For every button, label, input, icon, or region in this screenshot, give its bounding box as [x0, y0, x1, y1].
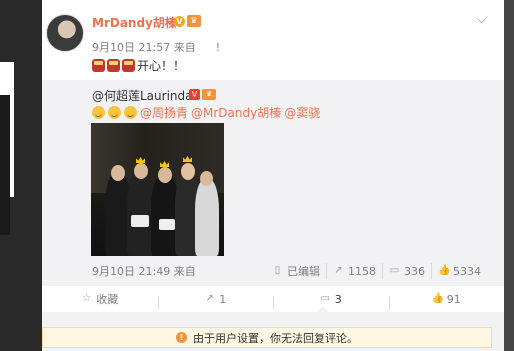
chevron-down-icon[interactable]: ⌵: [477, 12, 486, 27]
smile-emoji-icon: [92, 106, 105, 119]
post-text-content: 开心！！: [137, 59, 186, 73]
page-background-left: [0, 0, 42, 351]
weibo-card: MrDandy胡榛 V ♛ ⌵ 9月10日 21:57 来自! 开心！！ @何超…: [42, 0, 504, 351]
edited-label: 已编辑: [287, 265, 320, 278]
comment-icon: ▭: [389, 265, 400, 276]
comment-count: 3: [334, 292, 342, 306]
level-badge-icon: ♛: [187, 15, 201, 27]
verified-badge-icon: V: [189, 89, 200, 100]
repost-actions: ▯ 已编辑 ↗ 1158 ▭ 336 👍 5334: [266, 263, 487, 279]
comment-area: ! 由于用户设置，你无法回复评论。: [42, 312, 504, 351]
post-meta: 9月10日 21:57 来自!: [92, 39, 220, 55]
side-photo: [0, 95, 10, 235]
like-icon: 👍: [431, 293, 445, 304]
star-icon: ☆: [82, 293, 92, 304]
repost-inner-repost-count: 1158: [348, 264, 376, 278]
repost-text: @周扬青 @MrDandy胡榛 @窦骁: [92, 104, 320, 121]
repost-inner-like-count: 5334: [453, 264, 481, 278]
repost-inner-comment-button[interactable]: ▭ 336: [382, 263, 431, 279]
mention-link[interactable]: @MrDandy胡榛: [191, 104, 281, 121]
repost-author-link[interactable]: @何超莲Laurinda: [92, 87, 193, 104]
smile-emoji-icon: [124, 106, 137, 119]
source-suffix: !: [215, 41, 221, 54]
page-background-right: [504, 0, 514, 351]
repost-inner-repost-button[interactable]: ↗ 1158: [326, 263, 382, 279]
warning-icon: !: [176, 332, 187, 343]
smile-emoji-icon: [108, 106, 121, 119]
mention-link[interactable]: @周扬青: [140, 104, 188, 121]
comment-icon: ▭: [320, 293, 330, 304]
level-badge-icon: ♛: [202, 89, 216, 100]
notice-text: 由于用户设置，你无法回复评论。: [193, 331, 358, 345]
favorite-label: 收藏: [96, 293, 119, 306]
repost-inner-like-button[interactable]: 👍 5334: [431, 263, 487, 279]
comment-restricted-notice: ! 由于用户设置，你无法回复评论。: [42, 327, 492, 348]
cake-emoji-icon: [107, 59, 120, 72]
like-icon: 👍: [438, 265, 451, 276]
repost-icon: ↗: [205, 293, 214, 304]
repost-photo[interactable]: [91, 123, 224, 256]
edit-icon: ▯: [274, 265, 281, 276]
like-count: 91: [446, 292, 461, 306]
repost-timestamp[interactable]: 9月10日 21:49 来自: [92, 263, 196, 279]
repost-button[interactable]: ↗ 1: [157, 292, 274, 310]
repost-box: @何超莲Laurinda V ♛ @周扬青 @MrDandy胡榛 @窦骁 9月1…: [42, 80, 504, 286]
post-timestamp[interactable]: 9月10日 21:57 来自: [92, 41, 196, 54]
cake-emoji-icon: [92, 59, 105, 72]
repost-count: 1: [219, 292, 227, 306]
username-link[interactable]: MrDandy胡榛: [92, 14, 177, 31]
avatar[interactable]: [46, 14, 84, 52]
action-bar: ☆ 收藏 ↗ 1 ▭ 3 👍 91: [42, 287, 504, 311]
like-button[interactable]: 👍 91: [388, 292, 505, 310]
comment-button[interactable]: ▭ 3: [273, 292, 389, 310]
mention-link[interactable]: @窦骁: [284, 104, 320, 121]
post-text: 开心！！: [92, 57, 185, 74]
favorite-button[interactable]: ☆ 收藏: [42, 291, 158, 307]
edited-button[interactable]: ▯ 已编辑: [266, 263, 326, 279]
vip-badge-icon: V: [174, 16, 185, 27]
repost-inner-comment-count: 336: [404, 264, 425, 278]
cake-emoji-icon: [122, 59, 135, 72]
repost-icon: ↗: [334, 265, 343, 276]
